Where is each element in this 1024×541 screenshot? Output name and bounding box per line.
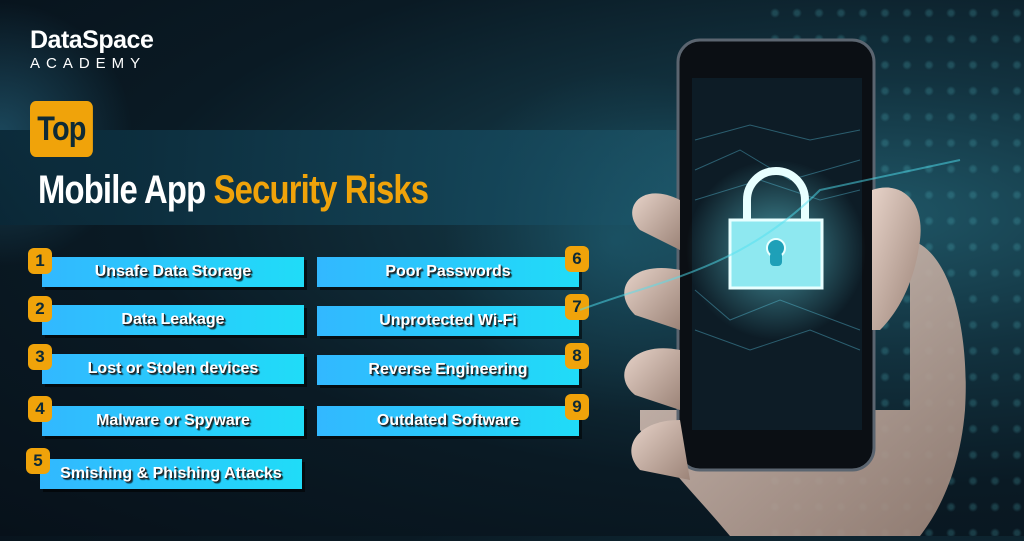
phone-illustration	[579, 30, 1024, 536]
page-title: Mobile App Security Risks	[38, 167, 429, 213]
risk-number-badge: 1	[28, 248, 52, 274]
risk-label: Malware or Spyware	[96, 412, 250, 429]
title-yellow-part: Security Risks	[213, 168, 429, 212]
risk-item-2: Data Leakage	[42, 305, 304, 335]
risk-number-badge: 2	[28, 296, 52, 322]
risk-item-6: Poor Passwords	[317, 257, 579, 287]
risk-label: Data Leakage	[121, 311, 225, 328]
risk-item-9: Outdated Software	[317, 406, 579, 436]
risk-label: Smishing & Phishing Attacks	[60, 465, 282, 482]
risk-label: Reverse Engineering	[368, 361, 528, 378]
top-badge: Top	[30, 101, 93, 157]
brand-name: DataSpace	[30, 26, 154, 54]
risk-item-3: Lost or Stolen devices	[42, 354, 304, 384]
brand-subtitle: ACADEMY	[30, 55, 147, 72]
risk-label: Unprotected Wi-Fi	[379, 312, 517, 329]
risk-item-1: Unsafe Data Storage	[42, 257, 304, 287]
risk-item-5: Smishing & Phishing Attacks	[40, 459, 302, 489]
risk-label: Unsafe Data Storage	[94, 263, 252, 280]
risk-item-7: Unprotected Wi-Fi	[317, 306, 579, 336]
brand-logo: DataSpace ACADEMY	[30, 26, 154, 73]
title-white-part: Mobile App	[38, 168, 206, 212]
risk-label: Lost or Stolen devices	[87, 360, 259, 377]
risk-item-8: Reverse Engineering	[317, 355, 579, 385]
risk-number-badge: 4	[28, 396, 52, 422]
risk-number-badge: 5	[26, 448, 50, 474]
risk-label: Outdated Software	[376, 412, 520, 429]
risk-label: Poor Passwords	[385, 263, 511, 280]
risk-item-4: Malware or Spyware	[42, 406, 304, 436]
risk-number-badge: 3	[28, 344, 52, 370]
hand-holding-phone-icon	[579, 38, 966, 536]
